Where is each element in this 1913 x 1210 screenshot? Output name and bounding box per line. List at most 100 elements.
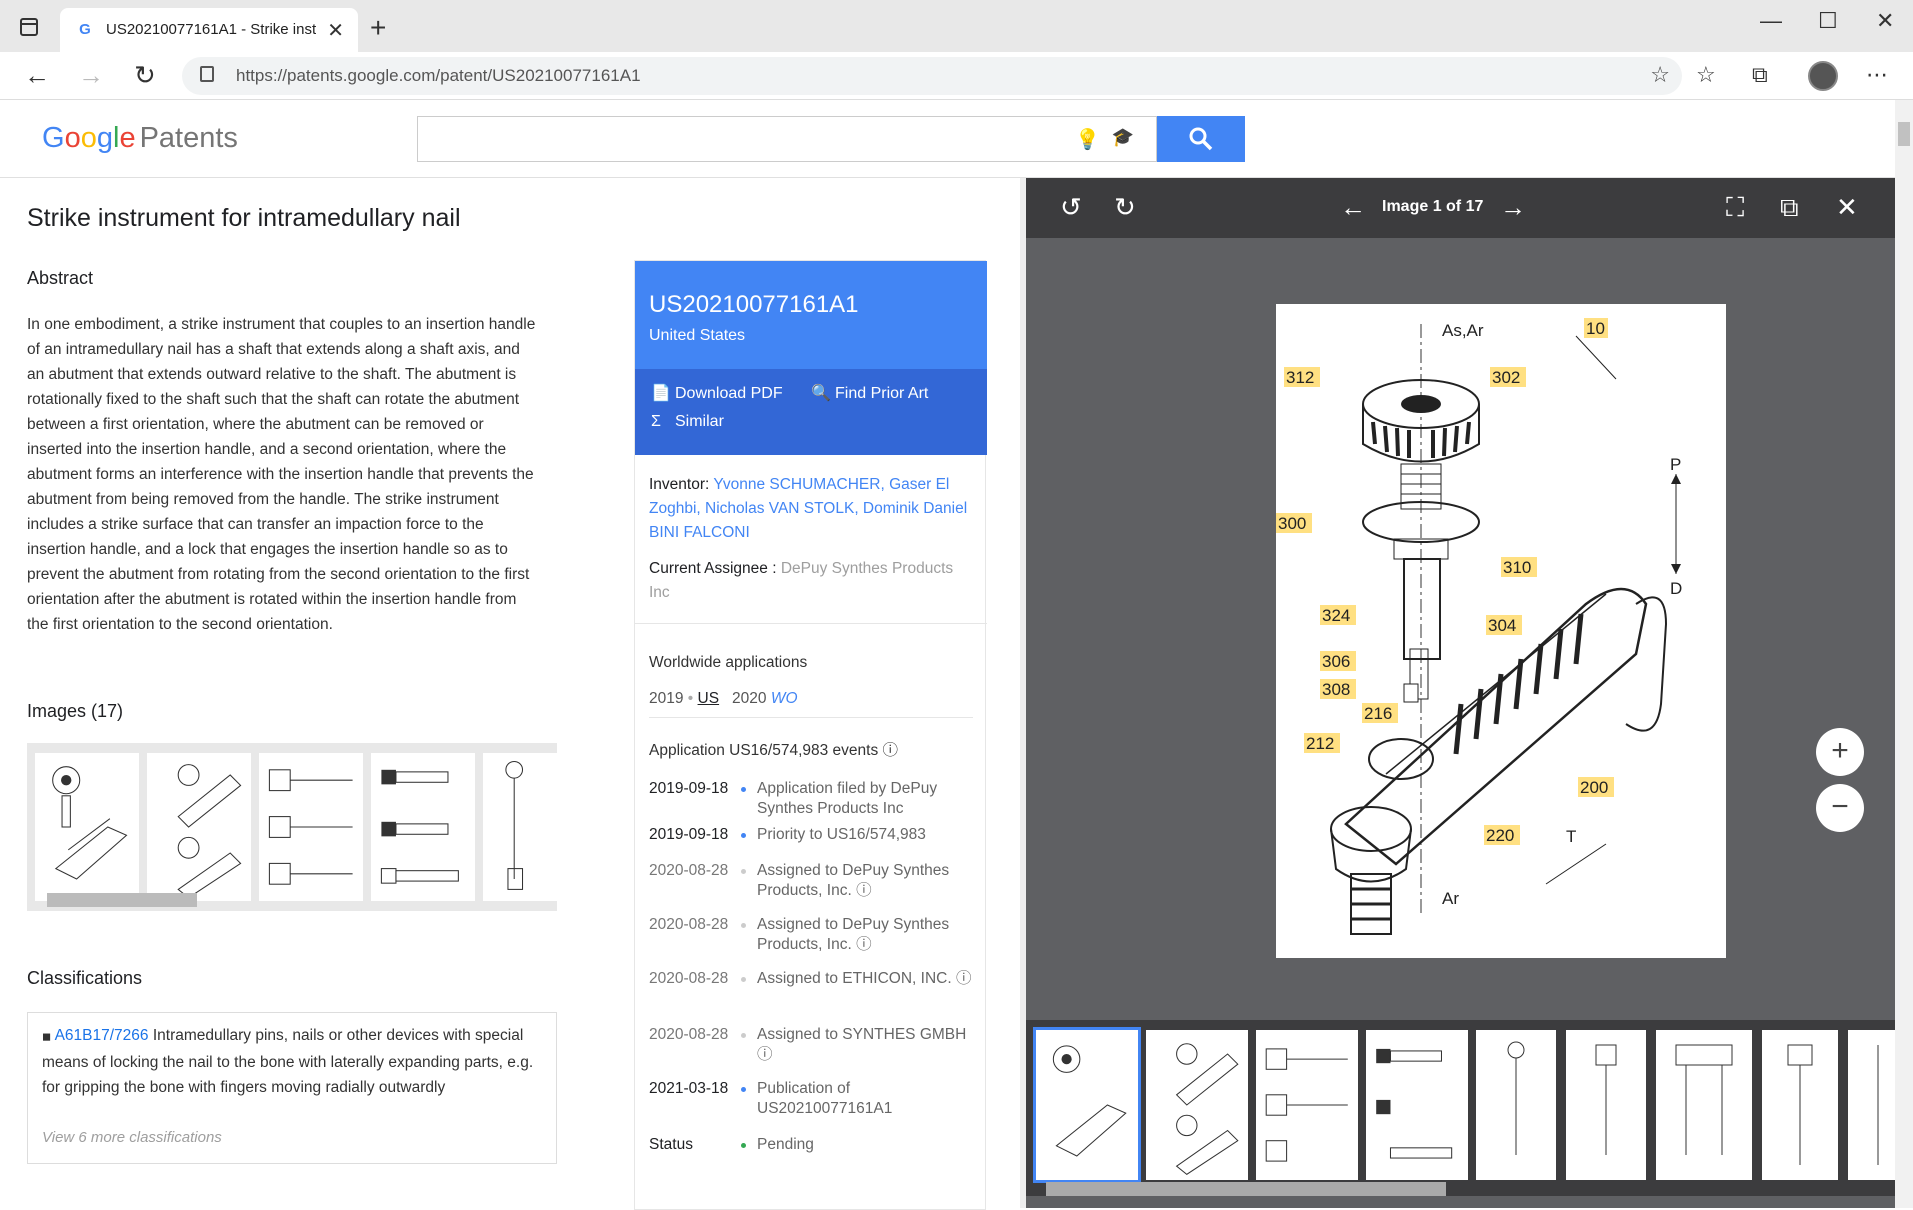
address-bar[interactable]: https://patents.google.com/patent/US2021… [182, 57, 1682, 95]
minimize-icon[interactable]: — [1760, 8, 1782, 34]
image-thumbnail[interactable] [147, 753, 251, 901]
figure-label: Ar [1442, 889, 1459, 908]
patent-country: United States [649, 327, 746, 344]
favorites-icon[interactable]: ☆ [1696, 62, 1716, 88]
tab-title: US20210077161A1 - Strike instru [106, 21, 316, 38]
patent-content: Strike instrument for intramedullary nai… [0, 178, 1020, 1210]
viewer-thumbnail[interactable] [1476, 1030, 1556, 1180]
patent-title: Strike instrument for intramedullary nai… [27, 204, 461, 232]
url-text: https://patents.google.com/patent/US2021… [236, 66, 641, 85]
viewer-thumbnail[interactable] [1848, 1030, 1895, 1180]
tab-actions-icon[interactable] [20, 18, 38, 36]
figure-label: 324 [1322, 606, 1350, 625]
figure-label: 212 [1306, 734, 1334, 753]
search-doc-icon: 🔍 [811, 385, 831, 402]
download-pdf-button[interactable]: 📄 Download PDF [651, 383, 783, 403]
figure-label: 300 [1278, 514, 1306, 533]
google-patents-logo[interactable]: Google Patents [42, 122, 238, 155]
viewer-toolbar: ↺ ↻ ← Image 1 of 17 → ⛶ ⧉ ✕ [1026, 178, 1895, 238]
zoom-out-button[interactable]: − [1816, 784, 1864, 832]
figure-label: D [1670, 579, 1682, 598]
rotate-left-icon[interactable]: ↺ [1060, 192, 1082, 223]
viewer-thumbnail[interactable] [1256, 1030, 1358, 1180]
more-classifications-link[interactable]: View 6 more classifications [42, 1129, 222, 1146]
search-input[interactable]: 💡 🎓 [417, 116, 1157, 162]
worldwide-wo-link[interactable]: WO [771, 690, 798, 707]
figure-label: 10 [1586, 319, 1605, 338]
patents-header: Google Patents 💡 🎓 [0, 100, 1895, 178]
rotate-right-icon[interactable]: ↻ [1114, 192, 1136, 223]
viewer-thumbnail[interactable] [1762, 1030, 1838, 1180]
viewer-thumbnail[interactable] [1566, 1030, 1646, 1180]
patent-number: US20210077161A1 [649, 291, 859, 318]
patent-info-card: US20210077161A1 United States 📄 Download … [634, 260, 987, 1210]
worldwide-applications: 2019 • US 2020 WO [649, 690, 798, 707]
figure-label: 310 [1503, 558, 1531, 577]
tab-strip: G US20210077161A1 - Strike instru ✕ + — … [0, 0, 1913, 52]
classification-entry: ◼ A61B17/7266 Intramedullary pins, nails… [42, 1027, 534, 1096]
open-new-window-icon[interactable]: ⧉ [1780, 192, 1799, 224]
image-thumbnail[interactable] [35, 753, 139, 901]
abstract-text: In one embodiment, a strike instrument t… [27, 316, 536, 633]
search-button[interactable] [1157, 116, 1245, 162]
forward-icon[interactable]: → [78, 60, 104, 91]
help-icon[interactable]: ⓘ [883, 742, 899, 759]
collections-icon[interactable]: ⧉ [1752, 62, 1768, 88]
figure-label: 304 [1488, 616, 1516, 635]
figure-label: 312 [1286, 368, 1314, 387]
similar-button[interactable]: Σ Similar [651, 413, 724, 431]
profile-avatar[interactable] [1808, 61, 1838, 91]
image-viewer: ↺ ↻ ← Image 1 of 17 → ⛶ ⧉ ✕ 10 312 302 3… [1026, 178, 1895, 1208]
pdf-icon: 📄 [651, 385, 671, 402]
zoom-in-button[interactable]: + [1816, 728, 1864, 776]
viewer-thumbnail[interactable] [1033, 1027, 1141, 1183]
lightbulb-icon[interactable]: 💡 [1075, 127, 1100, 152]
maximize-icon[interactable]: ☐ [1818, 8, 1838, 34]
figure-label: 302 [1492, 368, 1520, 387]
viewer-scrollbar[interactable] [1046, 1182, 1446, 1196]
card-header: US20210077161A1 United States [635, 261, 987, 369]
navigation-bar: ← → ↻ https://patents.google.com/patent/… [0, 52, 1913, 100]
new-tab-icon[interactable]: + [370, 12, 386, 44]
viewer-thumbnail[interactable] [1146, 1030, 1248, 1180]
more-menu-icon[interactable]: ⋯ [1866, 62, 1888, 88]
reload-icon[interactable]: ↻ [134, 60, 156, 91]
images-heading: Images (17) [27, 701, 124, 721]
images-strip[interactable] [27, 743, 557, 911]
close-viewer-icon[interactable]: ✕ [1836, 192, 1858, 223]
search-icon [1189, 127, 1213, 151]
next-image-icon[interactable]: → [1500, 192, 1526, 223]
image-thumbnail[interactable] [371, 753, 475, 901]
figure-label: 200 [1580, 778, 1608, 797]
patent-drawing: 10 312 302 300 310 324 304 306 308 216 2… [1276, 304, 1726, 958]
window-close-icon[interactable]: ✕ [1876, 8, 1894, 34]
google-favicon-icon: G [79, 21, 91, 38]
figure-label: 308 [1322, 680, 1350, 699]
figure-label: 216 [1364, 704, 1392, 723]
viewer-thumbnail-strip[interactable] [1026, 1020, 1895, 1196]
image-thumbnail[interactable] [259, 753, 363, 901]
favorite-add-icon[interactable]: ☆ [1650, 62, 1670, 88]
image-thumbnail[interactable] [483, 753, 557, 901]
previous-image-icon[interactable]: ← [1340, 192, 1366, 223]
classifications-box: ◼ A61B17/7266 Intramedullary pins, nails… [27, 1012, 557, 1164]
find-prior-art-button[interactable]: 🔍 Find Prior Art [811, 383, 928, 403]
viewer-thumbnail[interactable] [1656, 1030, 1752, 1180]
scholar-cap-icon[interactable]: 🎓 [1112, 127, 1134, 148]
lock-icon [200, 66, 214, 82]
browser-tab[interactable]: G US20210077161A1 - Strike instru ✕ [60, 8, 358, 52]
tag-icon: ◼ [42, 1031, 52, 1043]
back-icon[interactable]: ← [24, 60, 50, 91]
drawing-figure: 10 312 302 300 310 324 304 306 308 216 2… [1276, 318, 1682, 935]
worldwide-us-link[interactable]: US [698, 690, 720, 707]
figure-label: 220 [1486, 826, 1514, 845]
page-scrollbar[interactable] [1895, 100, 1913, 1208]
worldwide-heading: Worldwide applications [649, 654, 808, 671]
tab-close-icon[interactable]: ✕ [327, 18, 344, 43]
browser-chrome: G US20210077161A1 - Strike instru ✕ + — … [0, 0, 1913, 100]
classification-code-link[interactable]: A61B17/7266 [55, 1027, 149, 1044]
viewer-thumbnail[interactable] [1366, 1030, 1468, 1180]
fullscreen-icon[interactable]: ⛶ [1726, 192, 1744, 224]
images-scrollbar[interactable] [47, 893, 197, 907]
figure-label: As,Ar [1442, 321, 1484, 340]
